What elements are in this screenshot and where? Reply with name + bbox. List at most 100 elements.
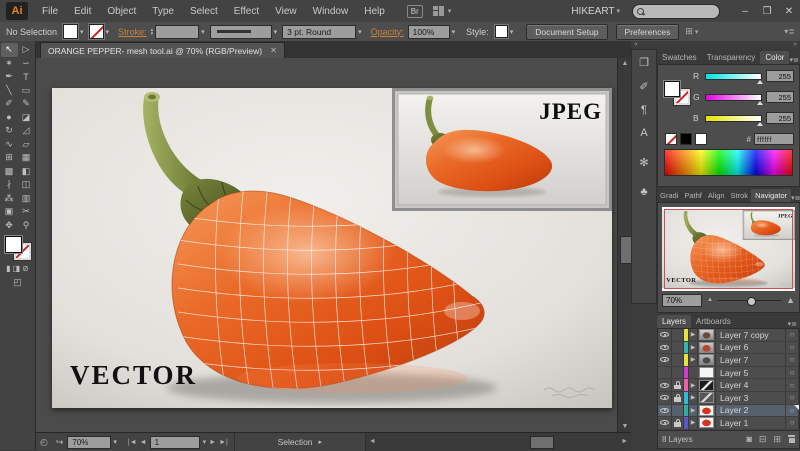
horizontal-scrollbar[interactable]: ◄ ►	[366, 433, 631, 451]
visibility-toggle[interactable]	[658, 379, 672, 391]
scroll-down-icon[interactable]: ▼	[618, 423, 632, 430]
none-swatch[interactable]	[665, 133, 677, 145]
hex-value-field[interactable]: ffffff	[754, 133, 794, 145]
chevron-down-icon[interactable]: ▾	[80, 28, 84, 36]
chevron-down-icon[interactable]: ▾	[452, 28, 456, 36]
visibility-toggle[interactable]	[658, 367, 672, 379]
expand-toggle[interactable]: ▶	[689, 354, 698, 366]
target-icon[interactable]: ○	[785, 342, 799, 354]
variable-width-profile-select[interactable]	[210, 25, 272, 39]
chevron-down-icon[interactable]: ▾	[106, 28, 110, 36]
slider-thumb[interactable]	[757, 101, 763, 105]
layer-thumbnail[interactable]	[699, 329, 714, 340]
menu-effect[interactable]: Effect	[226, 6, 267, 17]
symbols-panel-icon[interactable]: ♣	[640, 186, 647, 198]
panel-menu-icon[interactable]: ▾≣	[788, 320, 800, 328]
tab-gradient[interactable]: Gradi	[657, 189, 681, 202]
lock-toggle[interactable]	[672, 392, 684, 404]
collapse-panels-icon[interactable]: »	[793, 41, 797, 49]
artboards-panel-icon[interactable]: ❐	[639, 56, 649, 69]
pencil-tool[interactable]: ✎	[18, 97, 35, 111]
lock-toggle[interactable]	[672, 417, 684, 429]
layer-row[interactable]: ▶ Layer 7 ○	[658, 354, 799, 367]
paragraph-panel-icon[interactable]: ¶	[641, 104, 647, 116]
minimize-button[interactable]: –	[734, 6, 756, 17]
lock-toggle[interactable]	[672, 367, 684, 379]
go-to-bridge-button[interactable]: Br	[407, 5, 423, 18]
layer-name[interactable]: Layer 2	[716, 405, 785, 415]
scroll-left-icon[interactable]: ◄	[369, 438, 376, 445]
menu-help[interactable]: Help	[356, 6, 393, 17]
horizontal-scroll-thumb[interactable]	[530, 436, 554, 449]
target-icon[interactable]: ○	[785, 329, 799, 341]
layer-thumbnail[interactable]	[699, 380, 714, 391]
slider-thumb[interactable]	[757, 122, 763, 126]
line-segment-tool[interactable]: ╲	[1, 84, 18, 98]
layer-name[interactable]: Layer 7	[716, 355, 785, 365]
opacity-field[interactable]: 100%	[408, 25, 450, 39]
document-tab[interactable]: ORANGE PEPPER- mesh tool.ai @ 70% (RGB/P…	[40, 42, 285, 58]
slider-thumb[interactable]	[747, 297, 756, 306]
canvas-area[interactable]: VECTOR JPEG	[36, 58, 617, 432]
color-mode-button[interactable]: ▮	[6, 264, 10, 273]
target-icon[interactable]: ○	[785, 367, 799, 379]
layer-row[interactable]: ▶ Layer 7 copy ○	[658, 329, 799, 342]
none-mode-button[interactable]: ⊘	[22, 264, 29, 273]
next-artboard-button[interactable]: ►	[209, 439, 216, 446]
lock-toggle[interactable]	[672, 354, 684, 366]
maximize-button[interactable]: ❐	[756, 6, 778, 17]
previous-artboard-button[interactable]: ◄	[140, 439, 147, 446]
artboard-tool[interactable]: ▣	[1, 205, 18, 219]
trash-icon[interactable]	[788, 435, 795, 443]
arrange-documents-button[interactable]: ▾	[433, 6, 452, 16]
target-icon[interactable]: ○	[785, 354, 799, 366]
width-tool[interactable]: ∿	[1, 138, 18, 152]
mesh-tool[interactable]: ▩	[1, 165, 18, 179]
expand-toggle[interactable]: ▶	[689, 392, 698, 404]
lock-toggle[interactable]	[672, 379, 684, 391]
tab-transparency[interactable]: Transparency	[702, 51, 761, 64]
new-layer-icon[interactable]: ⊞	[773, 434, 781, 445]
zoom-out-icon[interactable]: ▲	[707, 297, 713, 303]
green-value-field[interactable]: 255	[766, 91, 794, 103]
chevron-down-icon[interactable]: ▾	[274, 28, 278, 36]
layer-thumbnail[interactable]	[699, 354, 714, 365]
pen-tool[interactable]: ✒	[1, 70, 18, 84]
character-panel-icon[interactable]: A	[640, 127, 647, 139]
preferences-button[interactable]: Preferences	[616, 24, 680, 40]
screen-mode-button[interactable]: ◰	[13, 277, 22, 288]
new-sublayer-icon[interactable]: ⊟	[759, 434, 767, 445]
vertical-scrollbar[interactable]: ▲ ▼	[617, 58, 632, 432]
layer-name[interactable]: Layer 4	[716, 380, 785, 390]
tab-pathfinder[interactable]: Pathf	[681, 189, 705, 202]
layer-thumbnail[interactable]	[699, 405, 714, 416]
layer-row[interactable]: ▶ Layer 1 ○	[658, 417, 799, 430]
hand-tool[interactable]: ✥	[1, 219, 18, 233]
layer-row[interactable]: ▶ Layer 3 ○	[658, 392, 799, 405]
chevron-down-icon[interactable]: ▾	[201, 28, 205, 36]
rotate-tool[interactable]: ↻	[1, 124, 18, 138]
fill-stroke-proxy[interactable]	[5, 236, 31, 260]
selection-tool[interactable]: ↖	[1, 43, 18, 57]
menu-view[interactable]: View	[267, 6, 305, 17]
chevron-down-icon[interactable]: ▾	[358, 28, 362, 36]
panel-menu-icon[interactable]: ▾≣	[791, 194, 800, 202]
eyedropper-tool[interactable]: ∤	[1, 178, 18, 192]
stroke-panel-link[interactable]: Stroke:	[118, 27, 147, 37]
chevron-down-icon[interactable]: ▾	[203, 438, 207, 446]
layer-row[interactable]: ▶ Layer 6 ○	[658, 342, 799, 355]
appearance-panel-icon[interactable]: ✐	[639, 80, 648, 93]
expand-toggle[interactable]: ▶	[689, 379, 698, 391]
menu-file[interactable]: File	[34, 6, 66, 17]
layer-name[interactable]: Layer 7 copy	[716, 330, 785, 340]
red-value-field[interactable]: 255	[766, 70, 794, 82]
tab-stroke[interactable]: Strok	[728, 189, 752, 202]
visibility-toggle[interactable]	[658, 342, 672, 354]
zoom-level-field[interactable]: 70%	[67, 436, 111, 449]
target-icon[interactable]: ○	[785, 392, 799, 404]
visibility-toggle[interactable]	[658, 405, 672, 417]
panel-menu-icon[interactable]: ▾≣	[789, 56, 800, 64]
target-icon[interactable]: ○	[785, 417, 799, 429]
tab-align[interactable]: Align	[705, 189, 728, 202]
tab-swatches[interactable]: Swatches	[657, 51, 702, 64]
